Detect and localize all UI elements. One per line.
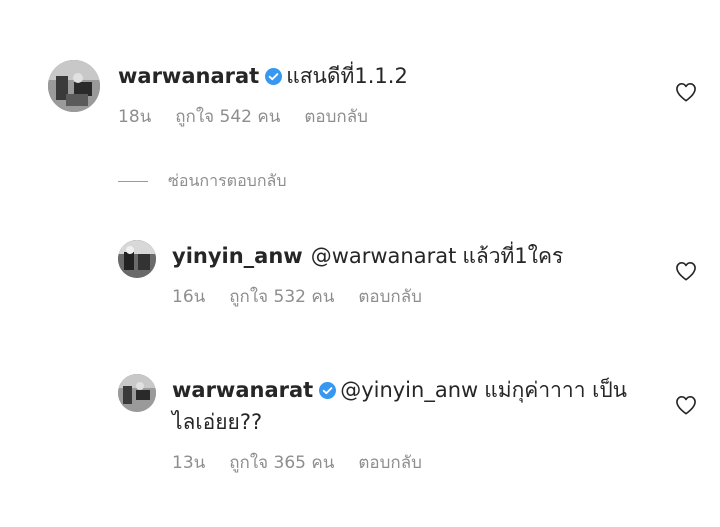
comment-username[interactable]: yinyin_anw [172,244,303,268]
comment-time: 13น [172,453,206,473]
comment-time: 16น [172,287,206,307]
avatar[interactable] [118,240,156,278]
heart-outline-icon[interactable] [675,261,697,281]
like-count[interactable]: ถูกใจ 542 คน [175,107,280,127]
verified-badge-icon [319,382,337,399]
reply-button[interactable]: ตอบกลับ [358,453,422,473]
comment-body: warwanarat @yinyin_anw แม่กุค่าาาา เป็น [172,376,627,404]
comment-text-line-2: ไลเอ่ยย?? [172,410,263,434]
reply-button[interactable]: ตอบกลับ [358,287,422,307]
avatar[interactable] [118,374,156,412]
mention-link[interactable]: @warwanarat [311,244,457,268]
heart-outline-icon[interactable] [675,395,697,415]
mention-link[interactable]: @yinyin_anw [340,378,478,402]
reply-button[interactable]: ตอบกลับ [304,107,368,127]
comment-text: แล้วที่1ใคร [462,244,564,268]
divider [118,180,148,182]
hide-replies-button[interactable]: ซ่อนการตอบกลับ [118,170,286,192]
comment-text: แสนดีที่1.1.2 [286,64,408,88]
comment-text: แม่กุค่าาาา เป็น [484,378,628,402]
like-count[interactable]: ถูกใจ 532 คน [229,287,334,307]
like-count[interactable]: ถูกใจ 365 คน [229,453,334,473]
comment-meta: 18น ถูกใจ 542 คน ตอบกลับ [118,106,392,128]
comment-time: 18น [118,107,152,127]
hide-replies-label: ซ่อนการตอบกลับ [168,170,287,190]
comment-username[interactable]: warwanarat [172,378,313,402]
verified-badge-icon [265,68,283,85]
comment-body: warwanarat แสนดีที่1.1.2 [118,62,408,90]
comment-body: yinyin_anw @warwanarat แล้วที่1ใคร [172,242,563,270]
comment-meta: 13น ถูกใจ 365 คน ตอบกลับ [172,452,446,474]
comment-username[interactable]: warwanarat [118,64,259,88]
comment-meta: 16น ถูกใจ 532 คน ตอบกลับ [172,286,446,308]
heart-outline-icon[interactable] [675,82,697,102]
avatar[interactable] [48,60,100,112]
